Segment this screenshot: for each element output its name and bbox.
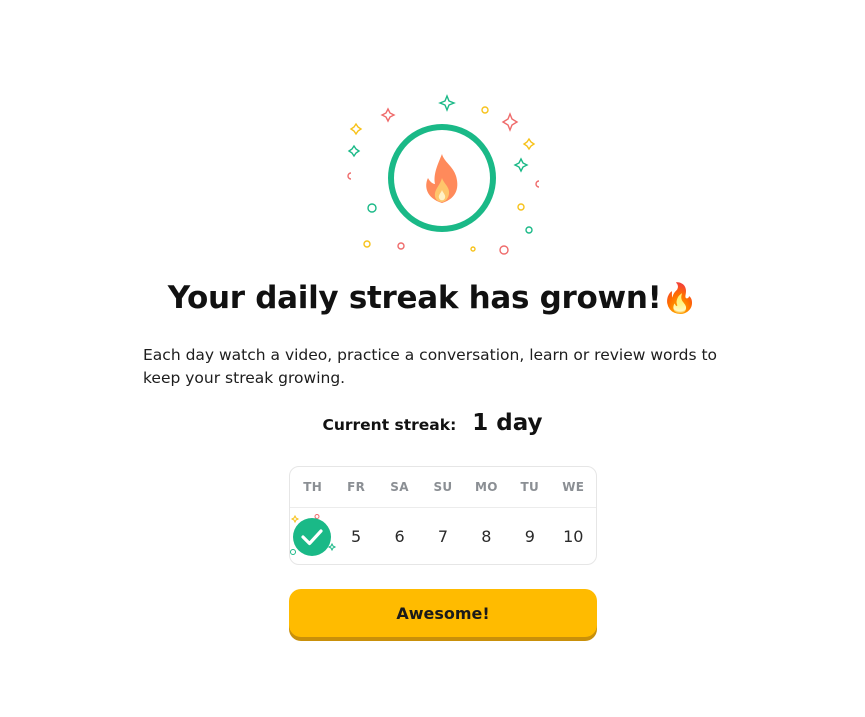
title-text: Your daily streak has grown! bbox=[167, 280, 662, 316]
current-streak: Current streak: 1 day bbox=[0, 410, 865, 436]
calendar-date: 6 bbox=[394, 526, 405, 546]
weekday-label: SA bbox=[390, 480, 409, 494]
weekday-label: TH bbox=[303, 480, 323, 494]
weekday-label: FR bbox=[347, 480, 366, 494]
weekday-label: WE bbox=[562, 480, 585, 494]
check-icon bbox=[290, 514, 337, 556]
weekday-label: SU bbox=[433, 480, 453, 494]
current-streak-label: Current streak: bbox=[322, 416, 457, 434]
streak-description: Each day watch a video, practice a conve… bbox=[143, 346, 718, 387]
fire-emoji-icon: 🔥 bbox=[661, 281, 698, 315]
calendar-date: 5 bbox=[351, 526, 362, 546]
calendar-weekday-row: TH FR SA SU MO TU WE bbox=[290, 467, 596, 508]
page-title: Your daily streak has grown!🔥 bbox=[0, 280, 865, 316]
calendar-date: 10 bbox=[563, 526, 584, 546]
awesome-button[interactable]: Awesome! bbox=[289, 589, 597, 637]
completed-day bbox=[290, 508, 337, 564]
calendar-date: 8 bbox=[481, 526, 492, 546]
streak-calendar: TH FR SA SU MO TU WE 5 6 7 8 9 10 bbox=[289, 466, 597, 565]
current-streak-value: 1 day bbox=[472, 410, 543, 436]
weekday-label: MO bbox=[475, 480, 498, 494]
calendar-date: 7 bbox=[437, 526, 449, 546]
calendar-date-row: 5 6 7 8 9 10 bbox=[290, 508, 596, 564]
fire-icon bbox=[426, 154, 458, 203]
weekday-label: TU bbox=[520, 480, 540, 494]
streak-hero-graphic bbox=[342, 92, 542, 262]
calendar-date: 9 bbox=[524, 526, 535, 546]
